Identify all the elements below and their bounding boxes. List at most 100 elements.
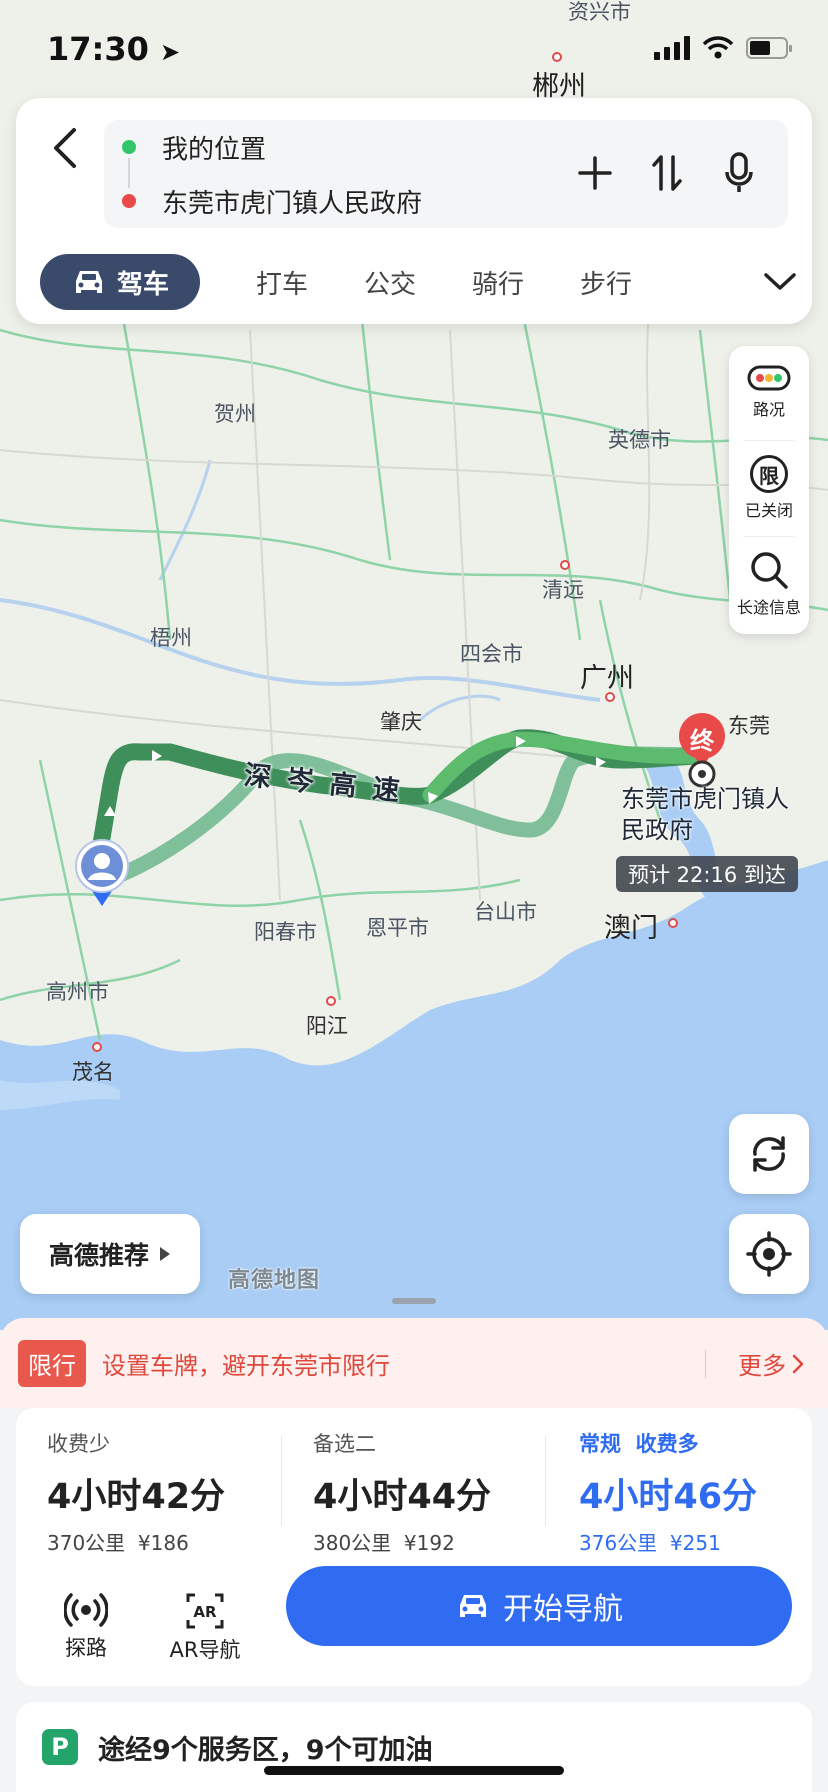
destination-marker-text: 终: [690, 727, 714, 755]
destination-field[interactable]: 东莞市虎门镇人民政府: [104, 174, 422, 228]
restriction-more-label: 更多: [738, 1352, 786, 1380]
back-button[interactable]: [42, 120, 86, 176]
route-input-actions: [574, 150, 760, 196]
restriction-icon-text: 限: [759, 463, 779, 488]
wifi-icon: [702, 36, 734, 59]
origin-marker[interactable]: [72, 836, 132, 908]
origin-field[interactable]: 我的位置: [104, 120, 266, 174]
user-location-icon: [75, 839, 129, 906]
map-brand-watermark: 高德地图: [228, 1268, 321, 1293]
tab-driving-label: 驾车: [116, 269, 169, 300]
traffic-light-icon: [747, 365, 791, 391]
more-modes-button[interactable]: [760, 264, 800, 300]
long-trip-info-button[interactable]: 长途信息: [729, 538, 809, 630]
route-distance: 376公里: [579, 1531, 658, 1555]
route-bottom-sheet: 限行 设置车牌，避开东莞市限行 更多 收费少 4小时42分 370公里 ¥186…: [0, 1318, 828, 1792]
route-meta: 380公里 ¥192: [313, 1527, 553, 1556]
tab-walking[interactable]: 步行: [580, 264, 632, 301]
map-label-city: 英德市: [608, 428, 671, 452]
amap-recommend-button[interactable]: 高德推荐: [20, 1214, 200, 1294]
svg-text:AR: AR: [193, 1603, 217, 1621]
explore-label: 探路: [65, 1636, 107, 1660]
travel-mode-tabs: 驾车 打车 公交 骑行 步行: [40, 254, 800, 310]
map-label-city: 梧州: [150, 626, 192, 650]
tab-taxi[interactable]: 打车: [256, 264, 308, 301]
divider: [545, 1436, 546, 1526]
destination-map-label: 东莞市虎门镇人民政府: [621, 785, 789, 844]
explore-route-button[interactable]: 探路: [36, 1592, 136, 1662]
map-label-city: 澳门: [604, 913, 658, 944]
route-toll: ¥192: [403, 1531, 455, 1555]
city-dot: [552, 52, 562, 62]
route-options-card: 收费少 4小时42分 370公里 ¥186 备选二 4小时44分 380公里 ¥…: [16, 1408, 812, 1686]
tab-transit[interactable]: 公交: [364, 264, 416, 301]
divider: [743, 440, 795, 441]
map-label-city: 阳江: [306, 1014, 348, 1038]
route-option-3-selected[interactable]: 常规 收费多 4小时46分 376公里 ¥251: [579, 1428, 819, 1556]
route-tag: 收费少: [47, 1432, 110, 1456]
map-label-city: 四会市: [460, 642, 523, 666]
sheet-grabber[interactable]: [392, 1298, 436, 1304]
origin-dot-icon: [122, 140, 136, 154]
search-icon: [751, 552, 788, 589]
route-duration: 4小时44分: [313, 1477, 492, 1517]
refresh-icon: [753, 1136, 785, 1172]
broadcast-icon: [64, 1593, 108, 1627]
route-search-card: 我的位置 东莞市虎门镇人民政府 驾车 打车 公交 骑行 步行: [16, 98, 812, 324]
route-option-2[interactable]: 备选二 4小时44分 380公里 ¥192: [313, 1428, 553, 1556]
map-label-city: 资兴市: [568, 0, 631, 24]
destination-dot-icon: [122, 194, 136, 208]
start-navigation-label: 开始导航: [503, 1592, 623, 1627]
swap-icon: [652, 155, 682, 191]
refresh-route-button[interactable]: [729, 1114, 809, 1194]
service-area-text: 途经9个服务区，9个可加油: [98, 1734, 433, 1766]
restriction-banner[interactable]: 限行 设置车牌，避开东莞市限行 更多: [0, 1318, 828, 1408]
eta-bubble: 预计 22:16 到达: [616, 856, 798, 892]
restriction-toggle[interactable]: 限 已关闭: [729, 442, 809, 534]
service-area-info[interactable]: P 途经9个服务区，9个可加油: [16, 1702, 812, 1792]
destination-marker[interactable]: 终: [676, 712, 728, 788]
map-label-city: 肇庆: [380, 710, 422, 734]
map-label-city: 阳春市: [254, 920, 317, 944]
car-icon: [75, 271, 102, 293]
play-triangle-icon: [160, 1247, 170, 1261]
map-label-city: 茂名: [72, 1060, 114, 1084]
start-navigation-button[interactable]: 开始导航: [286, 1566, 792, 1646]
status-time: 17:30 ➤: [47, 30, 180, 68]
map-label-city: 广州: [580, 663, 634, 694]
city-dot: [668, 918, 678, 928]
car-icon: [460, 1595, 486, 1617]
divider: [705, 1350, 706, 1378]
restriction-more-button[interactable]: 更多: [738, 1346, 804, 1381]
swap-route-button[interactable]: [646, 150, 688, 196]
map-label-city: 台山市: [474, 900, 537, 924]
parking-icon: P: [42, 1729, 78, 1765]
map-label-city: 清远: [542, 578, 584, 602]
tab-driving[interactable]: 驾车: [40, 254, 200, 310]
traffic-label: 路况: [752, 400, 785, 419]
chevron-left-icon: [54, 128, 76, 168]
traffic-toggle[interactable]: 路况: [729, 346, 809, 438]
tab-cycling[interactable]: 骑行: [472, 264, 524, 301]
map-label-city: 恩平市: [366, 916, 429, 940]
home-indicator[interactable]: [264, 1766, 564, 1775]
chevron-right-icon: [792, 1354, 804, 1373]
route-duration: 4小时46分: [579, 1477, 758, 1517]
long-trip-label: 长途信息: [736, 598, 801, 617]
map-label-city: 东莞: [728, 714, 770, 738]
add-waypoint-button[interactable]: [574, 150, 616, 196]
route-distance: 370公里: [47, 1531, 126, 1555]
map-label-city: 贺州: [214, 402, 256, 426]
map-label-city: 高州市: [46, 980, 109, 1004]
voice-input-button[interactable]: [718, 150, 760, 196]
route-option-1[interactable]: 收费少 4小时42分 370公里 ¥186: [47, 1428, 287, 1556]
route-meta: 370公里 ¥186: [47, 1527, 287, 1556]
route-meta: 376公里 ¥251: [579, 1527, 819, 1556]
recommend-label: 高德推荐: [48, 1241, 149, 1270]
locate-me-button[interactable]: [729, 1214, 809, 1294]
ar-navigation-button[interactable]: AR AR导航: [155, 1592, 255, 1664]
route-duration: 4小时42分: [47, 1477, 226, 1517]
battery-icon: [746, 37, 792, 59]
destination-text: 东莞市虎门镇人民政府: [162, 188, 423, 219]
city-dot: [326, 996, 336, 1006]
